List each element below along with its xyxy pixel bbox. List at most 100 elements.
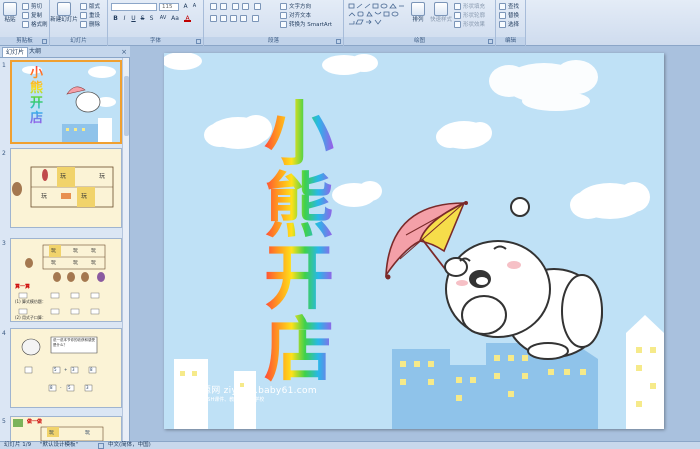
shape-fill-button[interactable]: 形状填充 [454,2,485,10]
reset-button[interactable]: 重设 [80,11,100,19]
slide-canvas[interactable]: 小 熊 开 店 幼教资源网 ziyuan.baby61.com PPT课件、FL… [164,53,664,429]
text-direction-button[interactable]: 文字方向 [280,2,311,10]
drawing-group-label: 绘图 [344,37,495,45]
paste-icon [3,2,17,16]
font-color-button[interactable]: A [184,15,191,22]
binoculars-icon [499,2,506,10]
slides-group: 新建幻灯片 版式 重设 删除 幻灯片 [50,0,108,46]
thumb5-cell: 玩 [49,430,55,436]
font-group-label: 字体 [108,37,203,45]
title-char[interactable]: 开 [262,241,336,315]
bold-button[interactable]: B [112,15,119,22]
scroll-thumb[interactable] [124,76,129,136]
replace-button[interactable]: 替换 [499,11,519,19]
replace-icon [499,11,506,19]
copy-button[interactable]: 复制 [22,11,42,19]
paragraph-launcher[interactable] [336,39,341,44]
convert-smartart-button[interactable]: 转换为 SmartArt [280,20,332,28]
slide-number: 4 [2,330,6,337]
paragraph-group-label: 段落 [204,37,343,45]
drawing-group: 排列 快速样式 形状填充 形状轮廓 形状效果 绘图 [344,0,496,46]
brush-icon [22,20,29,28]
slides-group-label: 幻灯片 [50,37,107,45]
thumb3-line1: (1) 算式模仿题： [15,299,46,304]
shrink-font-button[interactable]: A [191,3,198,10]
align-right-icon[interactable] [230,15,237,22]
paragraph-group: 文字方向 对齐文本 转换为 SmartArt 段落 [204,0,344,46]
ribbon: 粘贴 剪切 复制 格式刷 剪贴板 新建幻灯片 版式 重设 删除 幻灯片 115 … [0,0,700,46]
text-direction-icon [280,2,287,10]
align-center-icon[interactable] [220,15,227,22]
quick-styles-button[interactable]: 快速样式 [430,2,452,24]
grow-font-button[interactable]: A [182,3,189,10]
font-size-box[interactable]: 115 [159,3,179,11]
slide-number: 3 [2,240,6,247]
justify-icon[interactable] [240,15,247,22]
thumb1-art [22,66,116,142]
slide-thumbnail-3[interactable]: 玩 玩 玩 玩 玩 玩 算一算 (1) 算式模仿题： (2) 用式子口算： [10,238,122,322]
format-painter-button[interactable]: 格式刷 [22,20,48,28]
slide-thumbnail-5[interactable]: 做一做 玩 玩 [10,416,122,441]
title-char[interactable]: 店 [262,313,336,387]
panel-scrollbar[interactable] [122,58,129,441]
slide-number: 5 [2,418,6,425]
thumb2-cell: 玩 [41,193,48,200]
slide-thumbnail-2[interactable]: 玩 玩 玩 玩 [10,148,122,228]
select-button[interactable]: 选择 [499,20,519,28]
thumb3-cell: 玩 [51,248,57,254]
title-char[interactable]: 小 [262,97,336,171]
shape-effects-button[interactable]: 形状效果 [454,20,485,28]
new-slide-button[interactable]: 新建幻灯片 [50,2,78,24]
columns-icon[interactable] [252,15,259,22]
increase-indent-icon[interactable] [242,3,249,10]
close-icon[interactable]: × [121,47,127,57]
bullets-icon[interactable] [210,3,217,10]
clipboard-group: 粘贴 剪切 复制 格式刷 剪贴板 [0,0,50,46]
underline-button[interactable]: U [130,15,137,22]
shapes-gallery[interactable] [348,3,406,27]
thumb4-value: 8 [90,367,93,372]
thumb4-value: 3 [86,385,89,390]
clipboard-launcher[interactable] [42,39,47,44]
drawing-launcher[interactable] [488,39,493,44]
align-left-icon[interactable] [210,15,217,22]
spellcheck-icon[interactable] [98,443,104,449]
numbering-icon[interactable] [220,3,227,10]
layout-button[interactable]: 版式 [80,2,100,10]
line-spacing-icon[interactable] [254,3,261,10]
thumb4-value: 3 [72,367,75,372]
decrease-indent-icon[interactable] [232,3,239,10]
font-launcher[interactable] [196,39,201,44]
thumb4-value: 5 [54,367,57,372]
slide-thumbnail-4[interactable]: 说一说本节你的收获和感受是什么？ 5 + 3 8 8 - 5 3 [10,328,122,408]
slide-thumbnail-1[interactable]: 小熊开店 [10,60,122,144]
thumb1-title: 小熊开店 [30,66,46,126]
thumb3-cell: 玩 [73,248,79,254]
thumb3-art [18,244,106,315]
arrange-button[interactable]: 排列 [410,2,426,24]
title-char[interactable]: 熊 [262,169,336,243]
align-text-button[interactable]: 对齐文本 [280,11,311,19]
tab-slides[interactable]: 幻灯片 [2,47,29,57]
change-case-button[interactable]: Aa [170,15,180,22]
find-button[interactable]: 查找 [499,2,519,10]
strikethrough-button[interactable]: S [139,15,146,22]
pencil-icon [454,11,461,19]
cut-button[interactable]: 剪切 [22,2,42,10]
watermark-subtext: PPT课件、FLASH课件、教学图片、学校 [174,397,265,403]
shadow-button[interactable]: S [148,15,155,22]
paste-button[interactable]: 粘贴 [3,2,17,24]
char-spacing-button[interactable]: AV [158,15,168,22]
delete-slide-button[interactable]: 删除 [80,20,100,28]
shape-outline-button[interactable]: 形状轮廓 [454,11,485,19]
thumb2-cell: 玩 [99,173,106,180]
fill-bucket-icon [454,2,461,10]
thumb4-value: - [60,385,62,390]
cursor-icon [499,20,506,28]
thumb3-line2: (2) 用式子口算： [15,315,46,320]
italic-button[interactable]: I [121,15,128,22]
font-name-box[interactable] [111,3,157,11]
reset-icon [80,11,87,19]
tab-outline[interactable]: 大纲 [26,47,44,57]
thumb4-value: 8 [50,385,53,390]
